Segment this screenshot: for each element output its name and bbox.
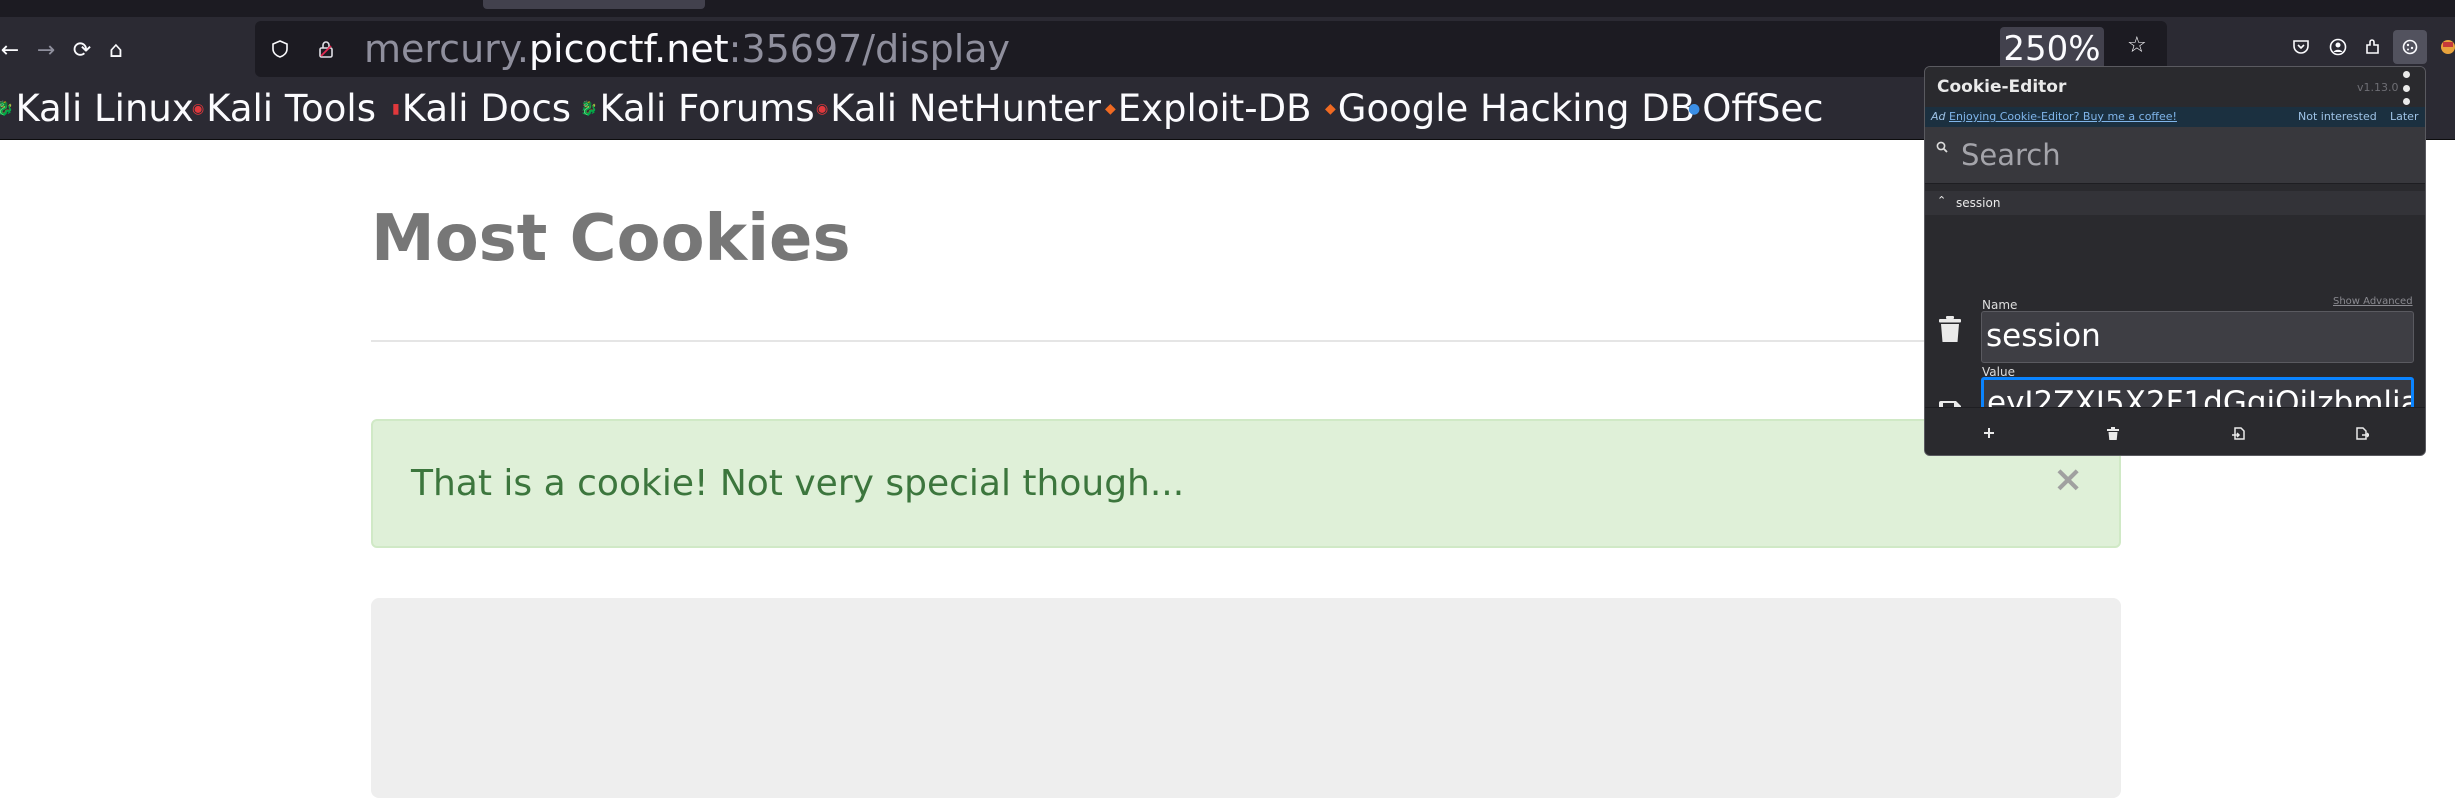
bookmark-label: Exploit-DB (1117, 87, 1312, 130)
bookmark-offsec[interactable]: ● OffSec (1688, 87, 1823, 130)
url-bar[interactable]: mercury.picoctf.net:35697/display 250% ☆ (255, 21, 2167, 77)
kali-tools-icon: ◉ (192, 100, 205, 117)
chevron-up-icon: ⌃ (1937, 194, 1947, 207)
show-advanced-link[interactable]: Show Advanced (2333, 296, 2413, 307)
cookie-editor-popup: Cookie-Editor v1.13.0 Ad Enjoying Cookie… (1924, 66, 2426, 456)
nethunter-icon: ◉ (816, 100, 829, 117)
bookmark-google-hacking-db[interactable]: ◆ Google Hacking DB (1325, 87, 1695, 130)
trash-icon[interactable] (1935, 312, 1965, 346)
more-menu-icon[interactable] (2399, 71, 2413, 105)
popup-title: Cookie-Editor (1937, 77, 2067, 97)
kali-docs-icon: ▮ (392, 100, 400, 117)
url-text[interactable]: mercury.picoctf.net:35697/display (364, 27, 1010, 71)
add-cookie-icon[interactable] (1976, 420, 2002, 446)
bookmark-label: OffSec (1702, 87, 1824, 130)
delete-all-icon[interactable] (2100, 420, 2126, 446)
url-suffix: :35697/display (728, 27, 1011, 71)
bookmark-label: Google Hacking DB (1337, 87, 1696, 130)
import-icon[interactable] (2225, 420, 2251, 446)
alert-close-icon[interactable]: × (2053, 459, 2083, 500)
extension-overflow-icon[interactable] (2433, 32, 2455, 62)
success-alert: That is a cookie! Not very special thoug… (371, 419, 2121, 548)
reload-icon[interactable]: ⟳ (64, 32, 100, 68)
url-host: picoctf.net (528, 27, 729, 71)
ad-link[interactable]: Enjoying Cookie-Editor? Buy me a coffee! (1949, 110, 2177, 123)
kali-dragon-icon: 🐉 (580, 100, 598, 117)
offsec-icon: ● (1688, 100, 1701, 117)
ad-later-button[interactable]: Later (2390, 110, 2418, 123)
back-arrow-icon[interactable]: ← (0, 32, 28, 68)
content-panel (371, 598, 2121, 798)
search-input[interactable] (1961, 135, 2411, 175)
bookmark-label: Kali Docs (401, 87, 572, 130)
pocket-icon[interactable] (2286, 32, 2316, 62)
cookie-header-name: session (1956, 196, 2001, 210)
home-icon[interactable]: ⌂ (98, 32, 134, 68)
cookie-name-field[interactable]: session (1981, 311, 2414, 363)
extensions-icon[interactable] (2358, 32, 2388, 62)
bookmark-star-icon[interactable]: ☆ (2127, 33, 2147, 58)
shield-icon[interactable] (266, 35, 294, 63)
divider (371, 340, 2121, 342)
active-tab[interactable] (483, 0, 705, 9)
zoom-level-button[interactable]: 250% (2000, 27, 2104, 71)
url-prefix: mercury. (364, 27, 529, 71)
bookmark-kali-nethunter[interactable]: ◉ Kali NetHunter (816, 87, 1101, 130)
search-icon (1936, 141, 1948, 157)
lock-icon[interactable] (312, 35, 340, 63)
bookmark-label: Kali Linux (15, 87, 194, 130)
export-icon[interactable] (2349, 420, 2375, 446)
bookmark-kali-docs[interactable]: ▮ Kali Docs (392, 87, 571, 130)
bookmark-kali-forums[interactable]: 🐉 Kali Forums (580, 87, 815, 130)
name-label: Name (1982, 298, 2018, 312)
alert-message: That is a cookie! Not very special thoug… (411, 463, 1185, 504)
bookmark-kali-linux[interactable]: 🐉 Kali Linux (0, 87, 194, 130)
cookie-editor-extension-icon[interactable] (2393, 30, 2427, 64)
exploit-db-icon: ◆ (1105, 100, 1116, 117)
kali-dragon-icon: 🐉 (0, 100, 14, 117)
bookmark-label: Kali Tools (206, 87, 376, 130)
bookmark-label: Kali Forums (599, 87, 815, 130)
popup-header: Cookie-Editor v1.13.0 (1925, 67, 2425, 107)
bookmark-exploit-db[interactable]: ◆ Exploit-DB (1105, 87, 1311, 130)
forward-arrow-icon[interactable]: → (28, 32, 64, 68)
popup-version: v1.13.0 (2357, 81, 2399, 94)
bookmark-label: Kali NetHunter (830, 87, 1101, 130)
ad-bar: Ad Enjoying Cookie-Editor? Buy me a coff… (1925, 107, 2425, 127)
tab-strip (0, 0, 2455, 17)
account-icon[interactable] (2323, 32, 2353, 62)
page-title: Most Cookies (371, 202, 851, 276)
popup-footer (1925, 407, 2425, 455)
cookie-header-session[interactable]: ⌃ session (1925, 191, 2425, 215)
search-row (1925, 127, 2425, 184)
ad-not-interested-button[interactable]: Not interested (2298, 110, 2377, 123)
ad-tag: Ad (1931, 110, 1946, 123)
bookmark-kali-tools[interactable]: ◉ Kali Tools (192, 87, 376, 130)
ghdb-icon: ◆ (1325, 100, 1336, 117)
